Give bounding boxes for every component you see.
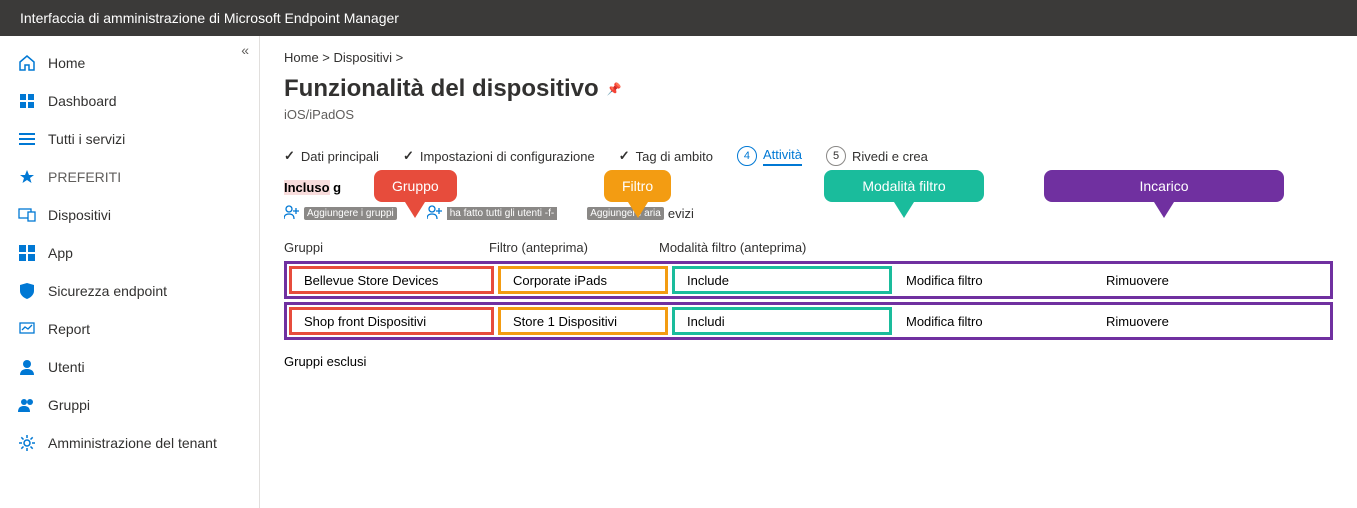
- report-icon: [16, 322, 38, 336]
- check-icon: ✓: [403, 148, 414, 164]
- add-all-users-button[interactable]: ha fatto tutti gli utenti -f-: [427, 205, 558, 222]
- dashboard-icon: [16, 93, 38, 109]
- remove-link[interactable]: Rimuovere: [1094, 305, 1214, 337]
- shield-icon: [16, 283, 38, 299]
- breadcrumb[interactable]: Home > Dispositivi >: [284, 50, 1333, 65]
- collapse-icon[interactable]: «: [241, 42, 249, 58]
- breadcrumb-devices[interactable]: Dispositivi >: [334, 50, 404, 65]
- sidebar-item-home[interactable]: Home: [0, 44, 259, 82]
- step-config[interactable]: ✓ Impostazioni di configurazione: [403, 148, 595, 164]
- sidebar-item-label: Gruppi: [48, 397, 90, 413]
- step-basics[interactable]: ✓ Dati principali: [284, 148, 379, 164]
- sidebar-item-label: Report: [48, 321, 90, 337]
- pin-icon[interactable]: 📌: [607, 82, 622, 96]
- sidebar-item-label: Utenti: [48, 359, 85, 375]
- sidebar: « Home Dashboard Tutti i servizi PREFERI…: [0, 36, 260, 508]
- apps-icon: [16, 245, 38, 261]
- col-header-mode: Modalità filtro (anteprima): [659, 240, 879, 255]
- cell-filter: Corporate iPads: [498, 266, 668, 294]
- sidebar-item-apps[interactable]: App: [0, 234, 259, 272]
- wizard-steps: ✓ Dati principali ✓ Impostazioni di conf…: [284, 146, 1333, 166]
- sidebar-item-label: Dispositivi: [48, 207, 111, 223]
- sidebar-item-label: Amministrazione del tenant: [48, 435, 217, 451]
- cell-filter: Store 1 Dispositivi: [498, 307, 668, 335]
- sidebar-item-label: Home: [48, 55, 85, 71]
- sidebar-item-favorites[interactable]: PREFERITI: [0, 158, 259, 196]
- cell-mode: Includi: [672, 307, 892, 335]
- add-actions: Aggiungere i gruppi ha fatto tutti gli u…: [284, 205, 1333, 222]
- devices-icon: [16, 208, 38, 222]
- add-groups-button[interactable]: Aggiungere i gruppi: [284, 205, 397, 222]
- user-icon: [16, 359, 38, 375]
- table-row: Shop front Dispositivi Store 1 Dispositi…: [284, 302, 1333, 340]
- step-scope[interactable]: ✓ Tag di ambito: [619, 148, 713, 164]
- app-title: Interfaccia di amministrazione di Micros…: [20, 10, 399, 26]
- star-icon: [16, 169, 38, 185]
- sidebar-item-label: PREFERITI: [48, 169, 121, 185]
- col-header-group: Gruppi: [284, 240, 489, 255]
- step-assignments[interactable]: 4 Attività: [737, 146, 802, 166]
- sidebar-item-groups[interactable]: Gruppi: [0, 386, 259, 424]
- sidebar-item-label: Tutti i servizi: [48, 131, 125, 147]
- sidebar-item-all-services[interactable]: Tutti i servizi: [0, 120, 259, 158]
- sidebar-item-reports[interactable]: Report: [0, 310, 259, 348]
- edit-filter-link[interactable]: Modifica filtro: [894, 305, 1094, 337]
- check-icon: ✓: [619, 148, 630, 164]
- add-all-devices-button[interactable]: Aggiungere aria evizi: [587, 205, 694, 222]
- sidebar-item-endpoint-security[interactable]: Sicurezza endpoint: [0, 272, 259, 310]
- sidebar-item-users[interactable]: Utenti: [0, 348, 259, 386]
- topbar: Interfaccia di amministrazione di Micros…: [0, 0, 1357, 36]
- cell-group: Bellevue Store Devices: [289, 266, 494, 294]
- cell-group: Shop front Dispositivi: [289, 307, 494, 335]
- col-header-filter: Filtro (anteprima): [489, 240, 659, 255]
- step-review[interactable]: 5 Rivedi e crea: [826, 146, 928, 166]
- edit-filter-link[interactable]: Modifica filtro: [894, 264, 1094, 296]
- sidebar-item-label: Dashboard: [48, 93, 117, 109]
- person-add-icon: [427, 205, 443, 222]
- group-icon: [16, 398, 38, 412]
- sidebar-item-devices[interactable]: Dispositivi: [0, 196, 259, 234]
- table-header: Gruppi Filtro (anteprima) Modalità filtr…: [284, 240, 1333, 255]
- remove-link[interactable]: Rimuovere: [1094, 264, 1214, 296]
- sidebar-item-label: Sicurezza endpoint: [48, 283, 167, 299]
- main-content: Home > Dispositivi > Funzionalità del di…: [260, 36, 1357, 508]
- excluded-groups-label: Gruppi esclusi: [284, 354, 1333, 369]
- sidebar-item-tenant-admin[interactable]: Amministrazione del tenant: [0, 424, 259, 462]
- table-row: Bellevue Store Devices Corporate iPads I…: [284, 261, 1333, 299]
- sidebar-item-label: App: [48, 245, 73, 261]
- list-icon: [16, 133, 38, 145]
- cell-mode: Include: [672, 266, 892, 294]
- breadcrumb-home[interactable]: Home >: [284, 50, 330, 65]
- sidebar-item-dashboard[interactable]: Dashboard: [0, 82, 259, 120]
- check-icon: ✓: [284, 148, 295, 164]
- included-groups-label: Incluso g: [284, 180, 1333, 195]
- gear-icon: [16, 435, 38, 451]
- page-title: Funzionalità del dispositivo 📌: [284, 75, 1333, 103]
- home-icon: [16, 55, 38, 71]
- page-subtitle: iOS/iPadOS: [284, 107, 1333, 122]
- person-add-icon: [284, 205, 300, 222]
